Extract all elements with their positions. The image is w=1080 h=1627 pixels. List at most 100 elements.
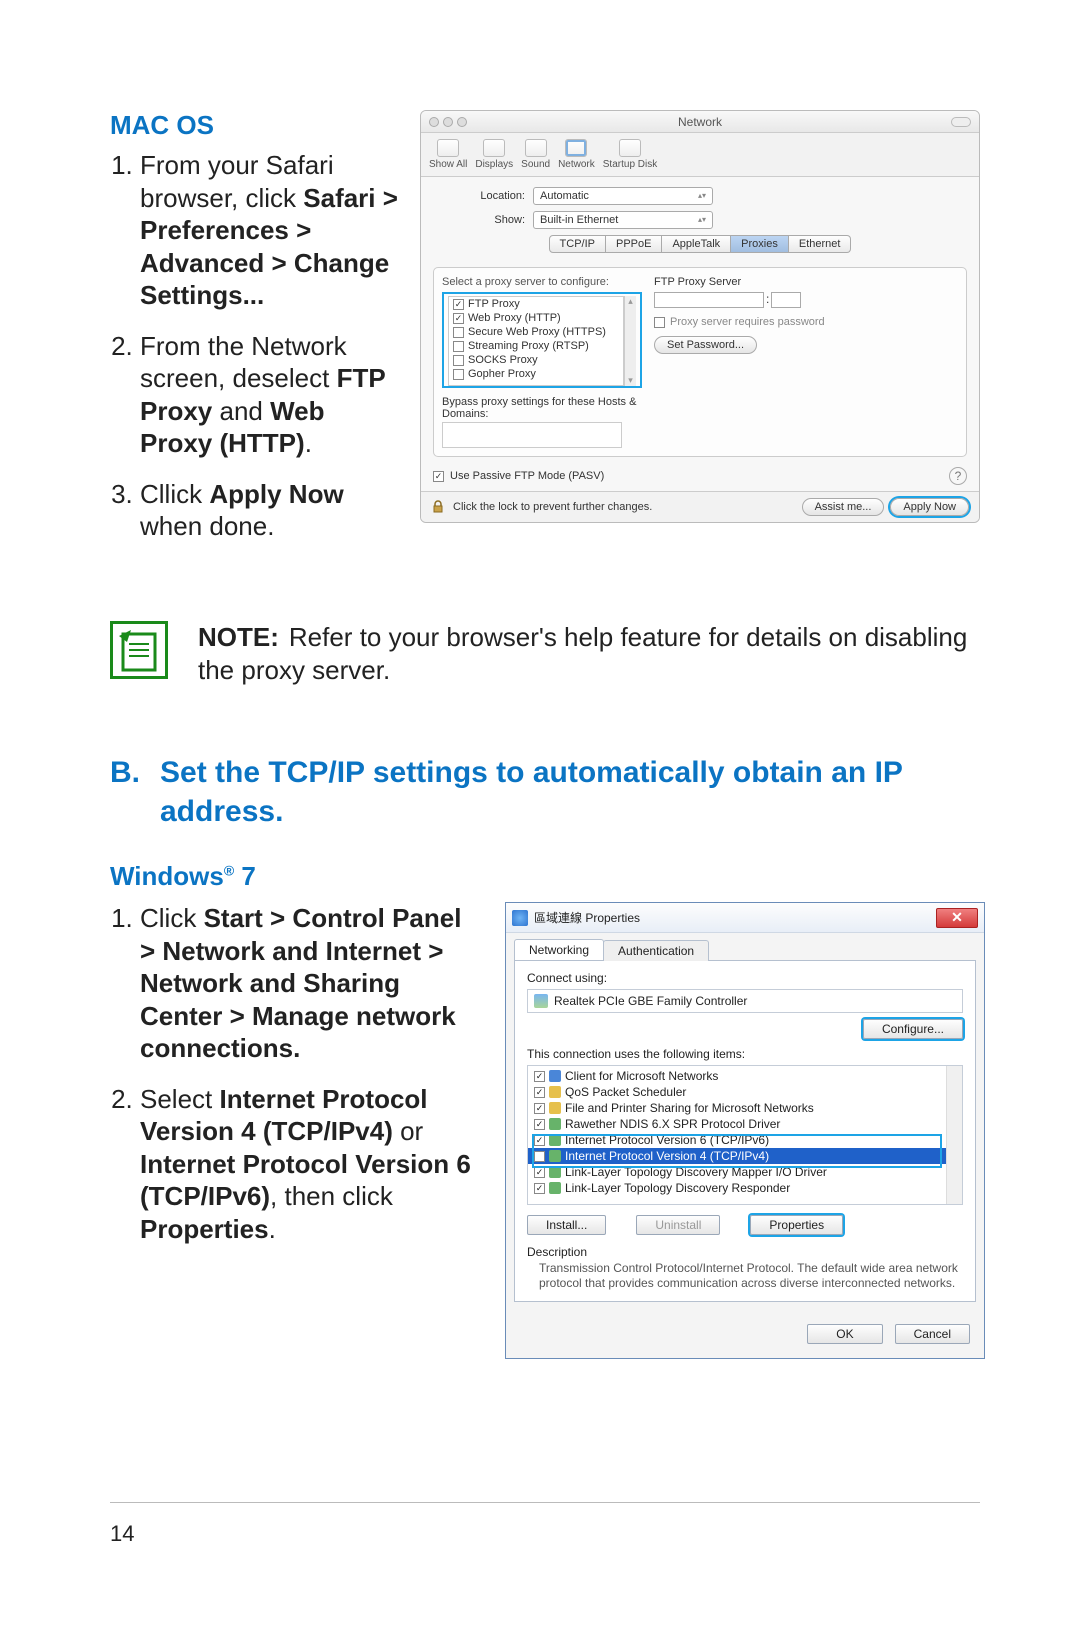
proxy-row-rtsp[interactable]: Streaming Proxy (RTSP)	[449, 339, 623, 353]
proxy-list[interactable]: FTP Proxy Web Proxy (HTTP) Secure Web Pr…	[448, 296, 624, 386]
toolbar-toggle-icon[interactable]	[951, 117, 971, 127]
ok-button[interactable]: OK	[807, 1324, 882, 1344]
set-password-button[interactable]: Set Password...	[654, 336, 757, 354]
checkbox-icon[interactable]	[534, 1135, 545, 1146]
assist-me-button[interactable]: Assist me...	[802, 498, 885, 516]
help-icon[interactable]: ?	[949, 467, 967, 485]
proxy-label: Secure Web Proxy (HTTPS)	[468, 326, 606, 338]
show-label: Show:	[435, 214, 525, 226]
select-value: Automatic	[540, 190, 589, 202]
note-text: NOTE:Refer to your browser's help featur…	[198, 621, 980, 689]
lock-text: Click the lock to prevent further change…	[453, 501, 652, 513]
proxy-label: Gopher Proxy	[468, 368, 536, 380]
toolbar-network[interactable]: Network	[558, 139, 595, 170]
checkbox-icon[interactable]	[534, 1151, 545, 1162]
apply-now-button[interactable]: Apply Now	[890, 498, 969, 516]
chevron-up-icon: ▴	[628, 296, 633, 307]
adapter-name: Realtek PCIe GBE Family Controller	[554, 994, 747, 1008]
text: Cllick	[140, 479, 209, 509]
toolbar-displays[interactable]: Displays	[475, 139, 513, 170]
list-item[interactable]: Rawether NDIS 6.X SPR Protocol Driver	[528, 1116, 946, 1132]
tab-appletalk[interactable]: AppleTalk	[662, 235, 731, 253]
tab-pppoe[interactable]: PPPoE	[606, 235, 662, 253]
section-b-heading: B. Set the TCP/IP settings to automatica…	[110, 753, 980, 831]
tab-networking[interactable]: Networking	[514, 939, 604, 960]
toolbar-startup[interactable]: Startup Disk	[603, 139, 657, 170]
text: , then click	[270, 1181, 393, 1211]
proxy-row-http[interactable]: Web Proxy (HTTP)	[449, 311, 623, 325]
checkbox-icon[interactable]	[453, 327, 464, 338]
checkbox-icon[interactable]	[534, 1183, 545, 1194]
proxy-row-gopher[interactable]: Gopher Proxy	[449, 367, 623, 381]
lock-icon[interactable]	[431, 500, 445, 514]
configure-button[interactable]: Configure...	[863, 1019, 963, 1039]
show-select[interactable]: Built-in Ethernet▴▾	[533, 211, 713, 229]
windows-heading-text: Windows	[110, 861, 224, 891]
proxy-row-https[interactable]: Secure Web Proxy (HTTPS)	[449, 325, 623, 339]
cancel-button[interactable]: Cancel	[895, 1324, 970, 1344]
select-value: Built-in Ethernet	[540, 214, 618, 226]
checkbox-icon[interactable]	[453, 299, 464, 310]
checkbox-icon[interactable]	[453, 341, 464, 352]
proxy-row-ftp[interactable]: FTP Proxy	[449, 297, 623, 311]
location-select[interactable]: Automatic▴▾	[533, 187, 713, 205]
checkbox-icon[interactable]	[534, 1087, 545, 1098]
list-item[interactable]: Client for Microsoft Networks	[528, 1068, 946, 1084]
windows-steps: Click Start > Control Panel > Network an…	[110, 902, 480, 1245]
list-item[interactable]: Link-Layer Topology Discovery Mapper I/O…	[528, 1164, 946, 1180]
registered-mark: ®	[224, 862, 234, 878]
tab-tcpip[interactable]: TCP/IP	[549, 235, 606, 253]
component-icon	[549, 1150, 561, 1162]
macos-step-1: From your Safari browser, click Safari >…	[140, 149, 400, 312]
component-icon	[549, 1182, 561, 1194]
component-icon	[549, 1134, 561, 1146]
toolbar-showall[interactable]: Show All	[429, 139, 467, 170]
proxy-label: FTP Proxy	[468, 298, 520, 310]
list-item-selected[interactable]: Internet Protocol Version 4 (TCP/IPv4)	[528, 1148, 946, 1164]
item-label: QoS Packet Scheduler	[565, 1085, 686, 1099]
toolbar-label: Network	[558, 159, 595, 170]
scrollbar[interactable]	[946, 1066, 962, 1204]
proxy-row-socks[interactable]: SOCKS Proxy	[449, 353, 623, 367]
window-title: Network	[421, 115, 979, 129]
item-label: Internet Protocol Version 4 (TCP/IPv4)	[565, 1149, 769, 1163]
tab-authentication[interactable]: Authentication	[603, 940, 709, 961]
checkbox-icon[interactable]	[654, 317, 665, 328]
list-item[interactable]: QoS Packet Scheduler	[528, 1084, 946, 1100]
macos-steps: From your Safari browser, click Safari >…	[110, 149, 400, 543]
install-button[interactable]: Install...	[527, 1215, 606, 1235]
checkbox-icon[interactable]	[453, 355, 464, 366]
scrollbar[interactable]: ▴▾	[624, 296, 636, 386]
text-bold: Apply Now	[209, 479, 343, 509]
items-listbox[interactable]: Client for Microsoft Networks QoS Packet…	[527, 1065, 963, 1205]
properties-button[interactable]: Properties	[750, 1215, 843, 1235]
checkbox-icon[interactable]	[453, 313, 464, 324]
macos-step-2: From the Network screen, deselect FTP Pr…	[140, 330, 400, 460]
page-footer: 14	[0, 1502, 1080, 1547]
list-item[interactable]: Link-Layer Topology Discovery Responder	[528, 1180, 946, 1196]
checkbox-icon[interactable]	[534, 1071, 545, 1082]
toolbar-label: Show All	[429, 159, 467, 170]
checkbox-icon[interactable]	[534, 1119, 545, 1130]
macos-step-3: Cllick Apply Now when done.	[140, 478, 400, 543]
win-titlebar: 區域連線 Properties ✕	[506, 903, 984, 933]
toolbar-sound[interactable]: Sound	[521, 139, 550, 170]
proxy-port-input[interactable]	[771, 292, 801, 308]
tab-proxies[interactable]: Proxies	[731, 235, 789, 253]
tab-ethernet[interactable]: Ethernet	[789, 235, 852, 253]
note-label: NOTE:	[198, 622, 279, 652]
component-icon	[549, 1070, 561, 1082]
list-item[interactable]: File and Printer Sharing for Microsoft N…	[528, 1100, 946, 1116]
component-icon	[549, 1102, 561, 1114]
checkbox-icon[interactable]	[453, 369, 464, 380]
item-label: Rawether NDIS 6.X SPR Protocol Driver	[565, 1117, 780, 1131]
proxy-host-input[interactable]	[654, 292, 764, 308]
bypass-input[interactable]	[442, 422, 622, 448]
checkbox-icon[interactable]	[534, 1103, 545, 1114]
checkbox-icon[interactable]	[534, 1167, 545, 1178]
toolbar-label: Displays	[475, 159, 513, 170]
list-item[interactable]: Internet Protocol Version 6 (TCP/IPv6)	[528, 1132, 946, 1148]
checkbox-icon[interactable]	[433, 471, 444, 482]
close-button[interactable]: ✕	[936, 908, 978, 928]
proxy-list-highlight: FTP Proxy Web Proxy (HTTP) Secure Web Pr…	[442, 292, 642, 388]
